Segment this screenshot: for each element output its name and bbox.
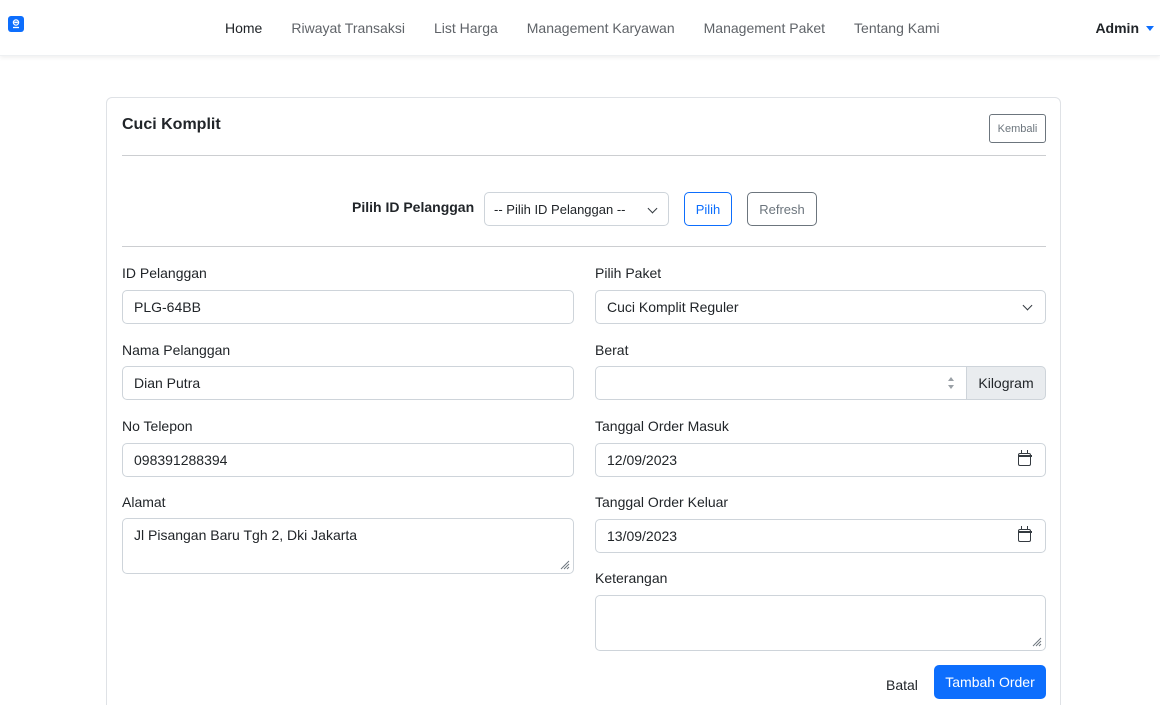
no-telepon-input[interactable]: 098391288394 <box>122 443 574 477</box>
nav-home[interactable]: Home <box>225 20 262 36</box>
refresh-button[interactable]: Refresh <box>747 192 817 226</box>
tanggal-keluar-value: 13/09/2023 <box>607 528 678 544</box>
number-spinner-icon[interactable] <box>948 377 956 389</box>
paket-label: Pilih Paket <box>595 265 662 281</box>
order-form-card: Cuci Komplit Kembali Pilih ID Pelanggan … <box>106 97 1061 705</box>
id-pelanggan-input[interactable]: PLG-64BB <box>122 290 574 324</box>
divider <box>122 155 1046 156</box>
alamat-textarea[interactable]: Jl Pisangan Baru Tgh 2, Dki Jakarta <box>122 518 574 574</box>
chevron-down-icon <box>1022 300 1033 311</box>
pick-customer-button[interactable]: Pilih <box>684 192 732 226</box>
keterangan-textarea[interactable] <box>595 595 1046 651</box>
tanggal-keluar-input[interactable]: 13/09/2023 <box>595 519 1046 553</box>
back-button[interactable]: Kembali <box>989 114 1046 143</box>
nama-pelanggan-input[interactable]: Dian Putra <box>122 366 574 400</box>
customer-lookup-label: Pilih ID Pelanggan <box>352 199 475 215</box>
berat-label: Berat <box>595 342 629 358</box>
caret-down-icon <box>1146 26 1154 31</box>
top-navbar: Home Riwayat Transaksi List Harga Manage… <box>0 0 1160 56</box>
tanggal-masuk-input[interactable]: 12/09/2023 <box>595 443 1046 477</box>
keterangan-label: Keterangan <box>595 570 668 586</box>
user-menu-dropdown[interactable]: Admin <box>1095 20 1154 36</box>
nav-tentang-kami[interactable]: Tentang Kami <box>854 20 940 36</box>
main-nav: Home Riwayat Transaksi List Harga Manage… <box>225 0 969 56</box>
nav-management-paket[interactable]: Management Paket <box>704 20 825 36</box>
paket-select[interactable]: Cuci Komplit Reguler <box>595 290 1046 324</box>
nav-riwayat-transaksi[interactable]: Riwayat Transaksi <box>291 20 405 36</box>
card-title: Cuci Komplit <box>122 116 221 133</box>
berat-input[interactable] <box>595 366 967 400</box>
alamat-label: Alamat <box>122 494 166 510</box>
id-pelanggan-label: ID Pelanggan <box>122 265 207 281</box>
resize-grip-icon[interactable] <box>1032 637 1042 647</box>
user-name: Admin <box>1095 20 1139 36</box>
berat-unit-addon: Kilogram <box>967 366 1046 400</box>
tanggal-masuk-value: 12/09/2023 <box>607 452 678 468</box>
tanggal-masuk-label: Tanggal Order Masuk <box>595 418 729 434</box>
calendar-icon[interactable] <box>1017 526 1032 542</box>
nama-pelanggan-label: Nama Pelanggan <box>122 342 231 358</box>
alamat-value: Jl Pisangan Baru Tgh 2, Dki Jakarta <box>134 527 358 543</box>
nav-list-harga[interactable]: List Harga <box>434 20 498 36</box>
calendar-icon[interactable] <box>1017 450 1032 466</box>
customer-id-select[interactable]: -- Pilih ID Pelanggan -- <box>484 192 669 226</box>
add-order-button[interactable]: Tambah Order <box>934 665 1046 699</box>
paket-select-value: Cuci Komplit Reguler <box>607 299 739 315</box>
app-logo-icon[interactable] <box>8 16 24 32</box>
customer-id-select-value: -- Pilih ID Pelanggan -- <box>494 201 626 217</box>
cancel-button[interactable]: Batal <box>886 677 918 693</box>
resize-grip-icon[interactable] <box>560 560 570 570</box>
chevron-down-icon <box>647 203 658 214</box>
no-telepon-label: No Telepon <box>122 418 193 434</box>
nav-management-karyawan[interactable]: Management Karyawan <box>527 20 675 36</box>
tanggal-keluar-label: Tanggal Order Keluar <box>595 494 729 510</box>
divider <box>122 246 1046 247</box>
